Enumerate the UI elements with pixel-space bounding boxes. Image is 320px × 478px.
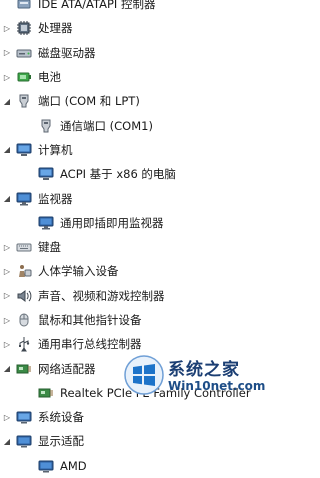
tree-item[interactable]: ▷ 磁盘驱动器 [0,41,258,65]
com-port-icon [41,119,51,133]
sound-icon [17,289,32,302]
watermark-title: 系统之家 [168,360,240,380]
expand-arrow-icon[interactable]: ▷ [2,315,12,325]
collapse-arrow-icon[interactable]: ◢ [2,436,12,446]
tree-item-label: AMD [60,458,87,473]
network-adapter-icon [16,364,31,374]
tree-item[interactable]: ◢ 计算机 [0,138,258,162]
tree-item[interactable]: ◢ 监视器 [0,186,258,210]
tree-item[interactable]: ACPI 基于 x86 的电脑 [0,162,258,186]
tree-item-label: 电池 [38,70,61,85]
device-tree: IDE ATA/ATAPI 控制器 ▷ 处理器 ▷ 磁盘驱动器 ▷ 电池 ◢ 端口 (COM 和… [0,0,258,478]
watermark-url: Win10net.com [168,379,266,393]
tree-item[interactable]: ▷ 处理器 [0,16,258,40]
tree-item-label: 网络适配器 [38,361,96,376]
usb-icon [19,337,30,352]
tree-item[interactable]: ◢ 端口 (COM 和 LPT) [0,89,258,113]
watermark: 系统之家 Win10net.com [122,349,265,403]
computer-icon [16,143,32,156]
tree-item[interactable]: ▷ 声音、视频和游戏控制器 [0,284,258,308]
tree-item-label: 人体学输入设备 [38,264,119,279]
expand-arrow-icon[interactable]: ▷ [2,242,12,252]
tree-item-label: ACPI 基于 x86 的电脑 [60,167,176,182]
tree-item[interactable]: ▷ 鼠标和其他指针设备 [0,308,258,332]
collapse-arrow-icon[interactable]: ◢ [2,194,12,204]
collapse-arrow-icon[interactable]: ◢ [2,364,12,374]
tree-item-label: IDE ATA/ATAPI 控制器 [38,0,156,12]
tree-item-label: 声音、视频和游戏控制器 [38,288,165,303]
mouse-icon [19,313,29,327]
tree-item[interactable]: ◢ 显示适配 [0,429,258,453]
expand-arrow-icon[interactable]: ▷ [2,291,12,301]
windows-logo-icon [124,355,164,395]
expand-arrow-icon[interactable]: ▷ [2,23,12,33]
system-device-icon [16,411,32,424]
computer-icon [38,167,54,181]
expand-arrow-icon[interactable]: ▷ [2,266,12,276]
tree-item-label: 通用即插即用监视器 [60,215,164,230]
processor-icon [17,21,31,36]
tree-item-label: 监视器 [38,191,73,206]
hid-icon [19,265,32,278]
expand-arrow-icon[interactable]: ▷ [2,412,12,422]
port-icon [19,94,29,108]
network-adapter-icon [38,388,53,398]
tree-item-label: 计算机 [38,142,73,157]
tree-item[interactable]: 通信端口 (COM1) [0,113,258,137]
tree-item[interactable]: ▷ 人体学输入设备 [0,259,258,283]
tree-item[interactable]: ▷ 电池 [0,65,258,89]
battery-icon [17,72,31,82]
tree-item-label: 显示适配 [38,434,84,449]
tree-item[interactable]: IDE ATA/ATAPI 控制器 [0,0,258,16]
tree-item-label: 通信端口 (COM1) [60,118,153,133]
keyboard-icon [16,243,32,252]
tree-item-label: 系统设备 [38,410,84,425]
collapse-arrow-icon[interactable]: ◢ [2,96,12,106]
ide-controller-icon [17,0,31,9]
tree-item-label: 鼠标和其他指针设备 [38,313,142,327]
tree-item[interactable]: 通用即插即用监视器 [0,211,258,235]
disk-drive-icon [16,49,32,58]
tree-item[interactable]: ▷ 键盘 [0,235,258,259]
tree-item-label: 处理器 [38,21,73,36]
expand-arrow-icon[interactable]: ▷ [2,48,12,58]
monitor-icon [16,192,32,206]
collapse-arrow-icon[interactable]: ◢ [2,145,12,155]
tree-item-label: 端口 (COM 和 LPT) [38,94,140,109]
monitor-icon [38,216,54,230]
display-adapter-icon [16,435,32,448]
tree-item[interactable]: ▷ 系统设备 [0,405,258,429]
tree-item-label: 磁盘驱动器 [38,45,96,60]
expand-arrow-icon[interactable]: ▷ [2,72,12,82]
tree-item[interactable]: AMD [0,454,258,478]
tree-item-label: 键盘 [38,240,61,255]
expand-arrow-icon[interactable]: ▷ [2,339,12,349]
display-adapter-icon [38,460,54,473]
